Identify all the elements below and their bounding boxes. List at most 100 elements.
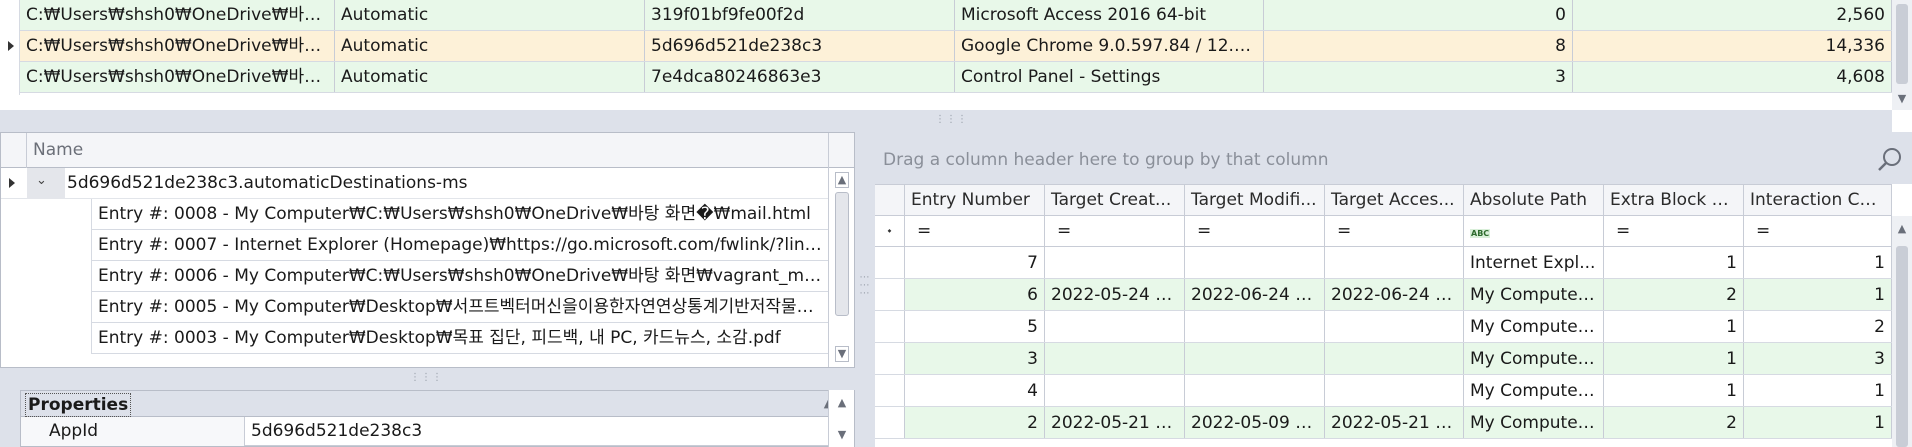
- cell-p: My Computer...: [1464, 279, 1604, 310]
- entry-row[interactable]: 3 My Computer... 1 3: [875, 343, 1892, 375]
- top-vertical-scrollbar[interactable]: ▼: [1892, 0, 1912, 110]
- tree-entry-label: Entry #: 0007 - Internet Explorer (Homep…: [98, 235, 829, 255]
- cell-app-id: 319f01bf9fe00f2d: [645, 0, 955, 30]
- tree-entry-label: Entry #: 0005 - My Computer₩Desktop₩서프트벡…: [98, 297, 829, 317]
- tree-vertical-scrollbar[interactable]: ▲ ▼: [828, 168, 854, 367]
- scrollbar-thumb[interactable]: [1896, 4, 1908, 84]
- group-panel[interactable]: Drag a column header here to group by th…: [875, 132, 1912, 184]
- horizontal-splitter[interactable]: ⋮⋮⋮: [0, 110, 1892, 132]
- filter-equals-icon[interactable]: =: [1325, 216, 1464, 246]
- entry-row[interactable]: 7 Internet Expl... 1 1: [875, 247, 1892, 279]
- cell-e: 1: [1604, 247, 1744, 278]
- entries-grid: Drag a column header here to group by th…: [875, 132, 1912, 447]
- cell-m: [1185, 247, 1325, 278]
- entry-row[interactable]: 5 My Computer... 1 2: [875, 311, 1892, 343]
- row-indicator-cell: [875, 311, 905, 342]
- scroll-down-arrow-icon[interactable]: ▼: [1892, 92, 1912, 106]
- row-pointer-icon: [9, 178, 15, 188]
- cell-p: My Computer...: [1464, 311, 1604, 342]
- cell-path: C:₩Users₩shsh0₩OneDrive₩바탕...: [20, 31, 335, 61]
- tree-entry[interactable]: Entry #: 0007 - Internet Explorer (Homep…: [91, 230, 829, 261]
- scrollbar-thumb[interactable]: [835, 192, 849, 316]
- row-indicator-cell: [875, 407, 905, 438]
- cell-m: 2022-05-09 0...: [1185, 407, 1325, 438]
- cell-i: 1: [1744, 279, 1892, 310]
- entries-rows: 7 Internet Expl... 1 1 6 2022-05-24 0... 2022-…: [875, 247, 1892, 447]
- scroll-down-arrow-icon[interactable]: ▼: [835, 428, 849, 442]
- group-hint-text: Drag a column header here to group by th…: [883, 150, 1329, 170]
- cell-n: 4: [905, 375, 1045, 406]
- cell-mode: Automatic: [335, 62, 645, 92]
- tree-entry-label: Entry #: 0003 - My Computer₩Desktop₩목표 집…: [98, 328, 781, 348]
- entry-row[interactable]: 4 My Computer... 1 1: [875, 375, 1892, 407]
- column-header[interactable]: Target Modifi...: [1185, 185, 1325, 215]
- cell-size: 14,336: [1573, 31, 1892, 61]
- tree-entries: Entry #: 0008 - My Computer₩C:₩Users₩shs…: [1, 199, 829, 367]
- left-splitter-grip-icon[interactable]: ⋮⋮⋮: [410, 372, 442, 384]
- scroll-up-arrow-icon[interactable]: ▲: [835, 172, 849, 188]
- scroll-down-arrow-icon[interactable]: ▼: [835, 346, 849, 362]
- jumplist-row[interactable]: C:₩Users₩shsh0₩OneDrive₩바탕... Automatic 7e…: [20, 62, 1892, 93]
- cell-path: C:₩Users₩shsh0₩OneDrive₩바탕...: [20, 0, 335, 30]
- jumplist-row[interactable]: C:₩Users₩shsh0₩OneDrive₩바탕... Automatic 31…: [20, 0, 1892, 31]
- jumplist-grid: C:₩Users₩shsh0₩OneDrive₩바탕... Automatic 31…: [0, 0, 1912, 110]
- cell-mode: Automatic: [335, 31, 645, 61]
- tree-column-header[interactable]: Name: [1, 133, 854, 168]
- scroll-up-arrow-icon[interactable]: ▲: [1892, 222, 1912, 236]
- search-icon[interactable]: [1877, 146, 1903, 172]
- cell-app-id: 5d696d521de238c3: [645, 31, 955, 61]
- filter-equals-icon[interactable]: =: [1604, 216, 1744, 246]
- name-column-header[interactable]: Name: [33, 133, 83, 168]
- column-header[interactable]: Interaction Co...: [1744, 185, 1892, 215]
- cell-size: 4,608: [1573, 62, 1892, 92]
- scroll-up-arrow-icon[interactable]: ▲: [835, 396, 849, 410]
- property-value[interactable]: 5d696d521de238c3: [251, 417, 422, 446]
- row-indicator-cell: [875, 343, 905, 374]
- splitter-grip-icon: ⋮⋮⋮: [935, 114, 968, 125]
- jumplist-rows: C:₩Users₩shsh0₩OneDrive₩바탕... Automatic 31…: [20, 0, 1892, 95]
- filter-equals-icon[interactable]: =: [1744, 216, 1892, 246]
- column-header[interactable]: Target Creat...: [1045, 185, 1185, 215]
- filter-equals-icon[interactable]: =: [905, 216, 1045, 246]
- properties-header[interactable]: Properties ▲: [21, 391, 854, 417]
- cell-m: [1185, 343, 1325, 374]
- column-header[interactable]: Absolute Path: [1464, 185, 1604, 215]
- column-header[interactable]: Entry Number: [905, 185, 1045, 215]
- cell-m: [1185, 311, 1325, 342]
- cell-c: [1045, 343, 1185, 374]
- tree-entry[interactable]: Entry #: 0003 - My Computer₩Desktop₩목표 집…: [91, 323, 828, 354]
- scrollbar-thumb[interactable]: [1896, 246, 1908, 447]
- row-indicator-cell: [875, 279, 905, 310]
- cell-m: 2022-06-24 0...: [1185, 279, 1325, 310]
- tree-list: Name ⌄ 5d696d521de238c3.automaticDestina…: [0, 132, 855, 368]
- tree-entry[interactable]: Entry #: 0006 - My Computer₩C:₩Users₩shs…: [91, 261, 829, 292]
- tree-root-row[interactable]: ⌄ 5d696d521de238c3.automaticDestinations…: [1, 168, 828, 199]
- entry-row[interactable]: 2 2022-05-21 1... 2022-05-09 0... 2022-05-2…: [875, 407, 1892, 439]
- filter-equals-icon[interactable]: =: [1185, 216, 1325, 246]
- properties-scrollbar[interactable]: ▲ ▼: [828, 390, 854, 447]
- column-header[interactable]: Extra Block C...: [1604, 185, 1744, 215]
- column-header[interactable]: Target Acces...: [1325, 185, 1464, 215]
- filter-equals-icon[interactable]: =: [1045, 216, 1185, 246]
- cell-n: 5: [905, 311, 1045, 342]
- cell-c: [1045, 311, 1185, 342]
- cell-path: C:₩Users₩shsh0₩OneDrive₩바탕...: [20, 62, 335, 92]
- cell-c: [1045, 375, 1185, 406]
- jumplist-row[interactable]: C:₩Users₩shsh0₩OneDrive₩바탕... Automatic 5d…: [20, 31, 1892, 62]
- header-indicator-cell: [1, 133, 27, 168]
- tree-entry[interactable]: Entry #: 0005 - My Computer₩Desktop₩서프트벡…: [91, 292, 829, 323]
- collapse-chevron-icon[interactable]: ⌄: [36, 173, 50, 188]
- cell-m: [1185, 375, 1325, 406]
- property-row[interactable]: AppId 5d696d521de238c3: [21, 417, 854, 446]
- entries-vertical-scrollbar[interactable]: ▲: [1892, 216, 1912, 447]
- entry-row[interactable]: 6 2022-05-24 0... 2022-06-24 0... 2022-06-2…: [875, 279, 1892, 311]
- cell-i: 2: [1744, 311, 1892, 342]
- cell-a: [1325, 375, 1464, 406]
- cell-e: 2: [1604, 279, 1744, 310]
- tree-entry[interactable]: Entry #: 0008 - My Computer₩C:₩Users₩shs…: [91, 199, 828, 230]
- tree-root-label: 5d696d521de238c3.automaticDestinations-m…: [67, 173, 468, 193]
- filter-text-contains-icon[interactable]: ABC: [1464, 216, 1604, 246]
- cell-app-id: 7e4dca80246863e3: [645, 62, 955, 92]
- vertical-splitter[interactable]: ⋯ ⋯ ⋯: [855, 132, 875, 447]
- cell-c: [1045, 247, 1185, 278]
